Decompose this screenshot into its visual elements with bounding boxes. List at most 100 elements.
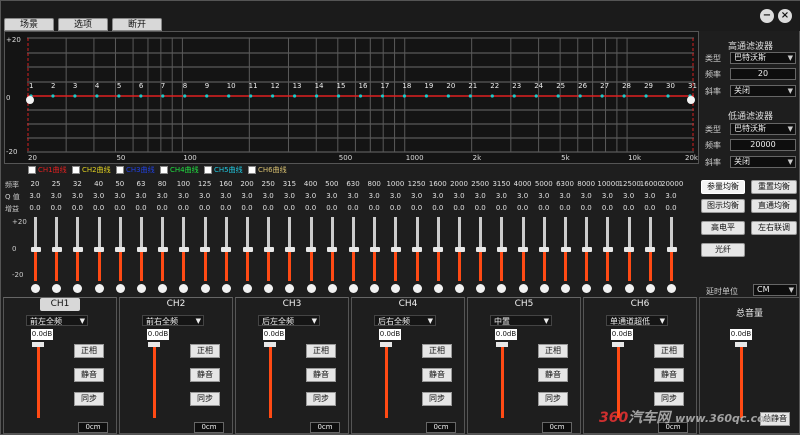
band-slider-thumb[interactable] bbox=[433, 247, 444, 252]
reset-eq-button[interactable]: 重置均衡 bbox=[751, 180, 797, 194]
band-slider-thumb[interactable] bbox=[581, 247, 592, 252]
band-q-value[interactable]: 3.0 bbox=[428, 192, 448, 200]
channel-sync-button[interactable]: 同步 bbox=[654, 392, 684, 406]
band-q-value[interactable]: 3.0 bbox=[67, 192, 87, 200]
band-q-value[interactable]: 3.0 bbox=[449, 192, 469, 200]
band-gain-value[interactable]: 0.0 bbox=[46, 204, 66, 212]
band-q-value[interactable]: 3.0 bbox=[597, 192, 617, 200]
band-slider-reset-knob[interactable] bbox=[349, 284, 358, 293]
channel-delay-input[interactable]: 0cm bbox=[310, 422, 340, 433]
channel-volume-track[interactable] bbox=[153, 342, 156, 418]
band-gain-value[interactable]: 0.0 bbox=[173, 204, 193, 212]
band-slider-thumb[interactable] bbox=[115, 247, 126, 252]
band-slider-thumb[interactable] bbox=[30, 247, 41, 252]
band-gain-value[interactable]: 0.0 bbox=[576, 204, 596, 212]
band-slider-track[interactable] bbox=[309, 217, 313, 249]
band-q-value[interactable]: 3.0 bbox=[640, 192, 660, 200]
band-slider-thumb[interactable] bbox=[306, 247, 317, 252]
band-gain-value[interactable]: 0.0 bbox=[470, 204, 490, 212]
band-slider-track[interactable] bbox=[76, 217, 80, 249]
channel-tab[interactable]: CH1 bbox=[40, 298, 80, 311]
band-slider-reset-knob[interactable] bbox=[306, 284, 316, 293]
band-slider-track[interactable] bbox=[564, 217, 567, 249]
channel-volume-track[interactable] bbox=[269, 342, 272, 418]
band-slider-reset-knob[interactable] bbox=[200, 284, 210, 293]
band-gain-value[interactable]: 0.0 bbox=[237, 204, 257, 212]
band-slider-reset-knob[interactable] bbox=[94, 284, 104, 293]
band-gain-value[interactable]: 0.0 bbox=[555, 204, 575, 212]
band-slider-track[interactable] bbox=[330, 217, 334, 249]
band-slider-reset-knob[interactable] bbox=[603, 284, 613, 293]
legend-item[interactable]: CH3曲线 bbox=[116, 165, 155, 176]
band-slider-track[interactable] bbox=[606, 217, 610, 249]
band-slider-thumb[interactable] bbox=[412, 247, 423, 252]
band-slider-reset-knob[interactable] bbox=[370, 284, 380, 293]
tab-options[interactable]: 选项 bbox=[58, 18, 108, 31]
band-slider-thumb[interactable] bbox=[496, 247, 507, 252]
band-gain-value[interactable]: 0.0 bbox=[89, 204, 109, 212]
channel-sync-button[interactable]: 同步 bbox=[538, 392, 568, 406]
channel-position-select[interactable]: 后右全频 ▼ bbox=[374, 315, 436, 326]
band-slider-reset-knob[interactable] bbox=[582, 284, 592, 293]
band-slider-track[interactable] bbox=[648, 217, 652, 249]
band-slider-track[interactable] bbox=[500, 217, 504, 249]
band-slider-thumb[interactable] bbox=[136, 247, 147, 252]
high-pass-freq-input[interactable]: 20 bbox=[730, 68, 796, 80]
band-gain-value[interactable]: 0.0 bbox=[152, 204, 172, 212]
channel-mute-button[interactable]: 静音 bbox=[306, 368, 336, 382]
band-gain-value[interactable]: 0.0 bbox=[661, 204, 681, 212]
band-gain-value[interactable]: 0.0 bbox=[428, 204, 448, 212]
band-slider-reset-knob[interactable] bbox=[179, 284, 189, 293]
high-pass-slope-select[interactable]: 关闭 ▼ bbox=[730, 85, 796, 97]
band-slider-reset-knob[interactable] bbox=[455, 284, 464, 293]
band-slider-track[interactable] bbox=[521, 217, 525, 249]
band-slider-track[interactable] bbox=[203, 217, 207, 249]
channel-mute-button[interactable]: 静音 bbox=[538, 368, 568, 382]
band-slider-reset-knob[interactable] bbox=[624, 284, 634, 293]
tab-scene[interactable]: 场景 bbox=[4, 18, 54, 31]
band-slider-thumb[interactable] bbox=[263, 247, 274, 252]
band-q-value[interactable]: 3.0 bbox=[407, 192, 427, 200]
band-q-value[interactable]: 3.0 bbox=[216, 192, 236, 200]
band-slider-track[interactable] bbox=[140, 217, 143, 249]
channel-tab[interactable]: CH3 bbox=[272, 298, 312, 311]
band-gain-value[interactable]: 0.0 bbox=[110, 204, 130, 212]
band-slider-track[interactable] bbox=[585, 217, 589, 249]
band-q-value[interactable]: 3.0 bbox=[491, 192, 511, 200]
band-slider-reset-knob[interactable] bbox=[518, 284, 528, 293]
channel-tab[interactable]: CH5 bbox=[504, 298, 544, 311]
checkbox-icon[interactable] bbox=[116, 166, 124, 174]
band-slider-thumb[interactable] bbox=[327, 247, 338, 252]
channel-delay-input[interactable]: 0cm bbox=[542, 422, 572, 433]
band-slider-thumb[interactable] bbox=[94, 247, 105, 252]
band-slider-thumb[interactable] bbox=[242, 247, 253, 252]
high-pass-type-select[interactable]: 巴特沃斯 ▼ bbox=[730, 52, 796, 64]
channel-phase-button[interactable]: 正相 bbox=[654, 344, 684, 358]
band-q-value[interactable]: 3.0 bbox=[513, 192, 533, 200]
channel-position-select[interactable]: 中置 ▼ bbox=[490, 315, 552, 326]
channel-volume-thumb[interactable] bbox=[32, 342, 44, 347]
channel-sync-button[interactable]: 同步 bbox=[190, 392, 220, 406]
band-slider-track[interactable] bbox=[479, 217, 483, 249]
checkbox-icon[interactable] bbox=[204, 166, 212, 174]
band-slider-track[interactable] bbox=[55, 217, 59, 249]
band-slider-reset-knob[interactable] bbox=[243, 284, 252, 293]
param-eq-button[interactable]: 参量均衡 bbox=[701, 180, 745, 194]
band-gain-value[interactable]: 0.0 bbox=[534, 204, 554, 212]
band-slider-track[interactable] bbox=[415, 217, 419, 249]
low-pass-type-select[interactable]: 巴特沃斯 ▼ bbox=[730, 123, 796, 135]
band-q-value[interactable]: 3.0 bbox=[343, 192, 363, 200]
channel-phase-button[interactable]: 正相 bbox=[538, 344, 568, 358]
legend-item[interactable]: CH2曲线 bbox=[72, 165, 111, 176]
band-gain-value[interactable]: 0.0 bbox=[67, 204, 87, 212]
band-slider-thumb[interactable] bbox=[666, 247, 677, 252]
channel-position-select[interactable]: 单通道超低 ▼ bbox=[606, 315, 668, 326]
band-gain-value[interactable]: 0.0 bbox=[343, 204, 363, 212]
channel-phase-button[interactable]: 正相 bbox=[422, 344, 452, 358]
band-slider-reset-knob[interactable] bbox=[52, 284, 62, 293]
checkbox-icon[interactable] bbox=[28, 166, 36, 174]
band-slider-track[interactable] bbox=[394, 217, 398, 249]
band-slider-reset-knob[interactable] bbox=[433, 284, 443, 293]
band-slider-track[interactable] bbox=[97, 217, 101, 249]
band-slider-reset-knob[interactable] bbox=[221, 284, 231, 293]
